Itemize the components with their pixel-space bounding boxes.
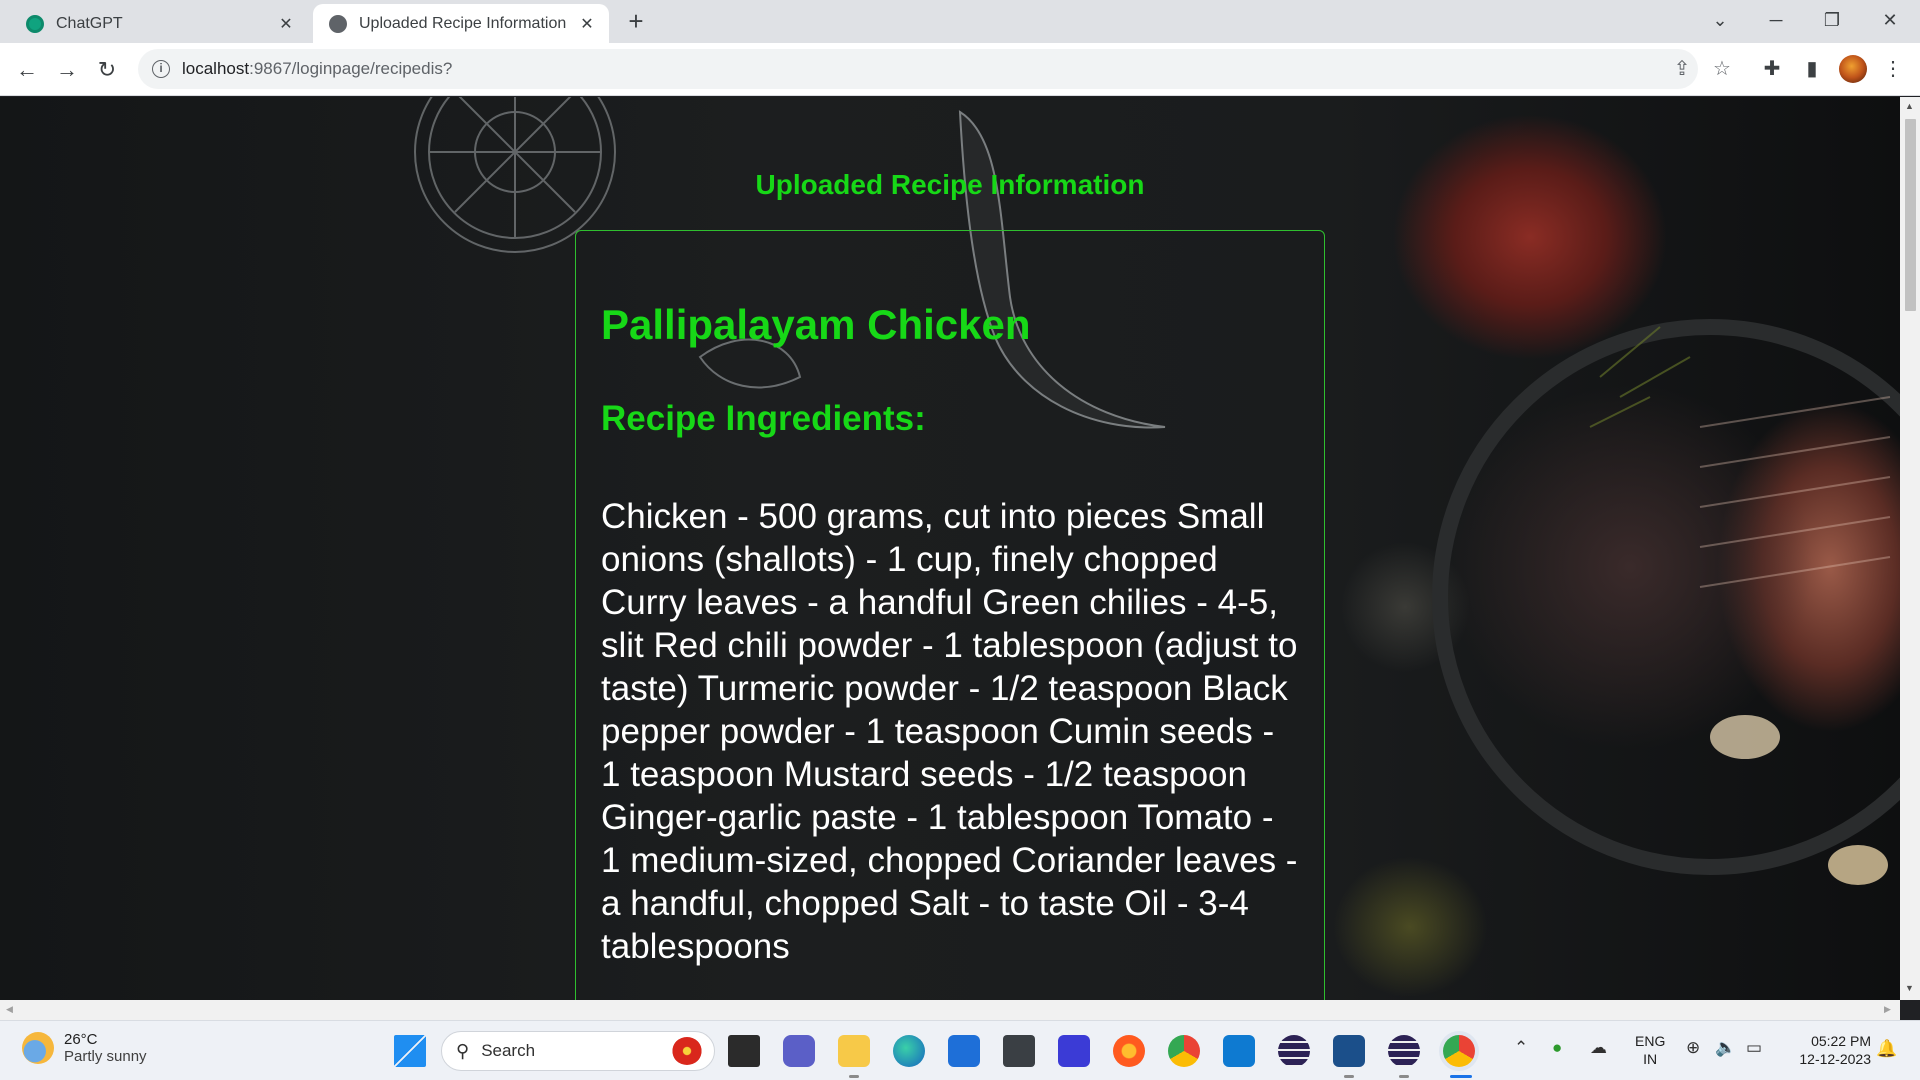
clock-time: 05:22 PM [1811, 1033, 1871, 1049]
running-indicator [1399, 1075, 1409, 1078]
menu-kebab-icon[interactable]: ⋮ [1878, 53, 1908, 83]
url-path: :9867/loginpage/recipedis? [249, 59, 453, 78]
chrome-active-icon[interactable] [1443, 1035, 1475, 1067]
search-icon: ⚲ [456, 1040, 470, 1061]
poinsettia-icon [672, 1037, 702, 1065]
share-icon[interactable]: ⇪ [1667, 53, 1697, 83]
profile-avatar[interactable] [1839, 55, 1867, 83]
active-app-indicator [1450, 1075, 1472, 1078]
mysql-workbench-icon[interactable] [1333, 1035, 1365, 1067]
firefox-icon[interactable] [1113, 1035, 1145, 1067]
chevron-up-icon[interactable]: ⌃ [1514, 1038, 1528, 1058]
close-icon[interactable]: ✕ [577, 14, 597, 34]
browser-toolbar: ← → ↻ i localhost:9867/loginpage/reciped… [0, 43, 1920, 96]
tab-uploaded-recipe[interactable]: Uploaded Recipe Information ✕ [313, 4, 609, 43]
task-view-icon[interactable] [728, 1035, 760, 1067]
weather-widget[interactable]: 26°C Partly sunny [22, 1031, 147, 1065]
tab-title: Uploaded Recipe Information [359, 14, 567, 32]
taskbar-search[interactable]: ⚲ Search [441, 1031, 715, 1071]
scroll-up-arrow-icon[interactable]: ▲ [1905, 101, 1914, 111]
side-panel-icon[interactable]: ▮ [1797, 53, 1827, 83]
chrome-icon[interactable] [1168, 1035, 1200, 1067]
scroll-right-arrow-icon[interactable]: ▶ [1884, 1004, 1891, 1015]
search-placeholder: Search [481, 1041, 536, 1060]
running-indicator [1344, 1075, 1354, 1078]
tray-app-icon[interactable]: ● [1552, 1038, 1562, 1058]
running-indicator [849, 1075, 859, 1078]
recipe-card: Pallipalayam Chicken Recipe Ingredients:… [575, 230, 1325, 1000]
scroll-left-arrow-icon[interactable]: ◀ [6, 1004, 13, 1015]
close-window-button[interactable]: ✕ [1862, 0, 1918, 40]
tab-chatgpt[interactable]: ChatGPT ✕ [10, 4, 308, 43]
edge-browser-icon[interactable] [893, 1035, 925, 1067]
lang-line2: IN [1643, 1051, 1658, 1067]
clock-date: 12-12-2023 [1799, 1051, 1871, 1067]
minimize-button[interactable]: ─ [1748, 0, 1804, 40]
battery-icon[interactable]: ▭ [1746, 1038, 1762, 1058]
lang-line1: ENG [1635, 1033, 1666, 1049]
ingredients-heading: Recipe Ingredients: [601, 399, 926, 438]
eclipse-ee-icon[interactable] [1388, 1035, 1420, 1067]
scroll-down-arrow-icon[interactable]: ▼ [1905, 983, 1914, 993]
vertical-scrollbar[interactable]: ▲ ▼ [1900, 97, 1920, 1000]
windows-taskbar: 26°C Partly sunny ⚲ Search ⌃ ● ☁ ENG IN … [0, 1020, 1920, 1080]
horizontal-scrollbar[interactable]: ◀ ▶ [0, 1000, 1900, 1020]
globe-icon [329, 14, 347, 33]
url-host: localhost [182, 59, 250, 78]
file-explorer-icon[interactable] [838, 1035, 870, 1067]
tab-title: ChatGPT [56, 14, 123, 32]
restore-button[interactable]: ❐ [1804, 0, 1860, 40]
new-tab-button[interactable]: + [622, 8, 650, 36]
tab-strip: ChatGPT ✕ Uploaded Recipe Information ✕ … [0, 0, 1920, 43]
scroll-thumb[interactable] [1905, 119, 1916, 311]
page-title: Uploaded Recipe Information [755, 169, 1145, 200]
mathway-icon[interactable] [1058, 1035, 1090, 1067]
notification-bell-icon[interactable]: 🔔 [1876, 1039, 1897, 1059]
eclipse-icon[interactable] [1278, 1035, 1310, 1067]
windows-start-icon[interactable] [394, 1035, 426, 1067]
unity-hub-icon[interactable] [1003, 1035, 1035, 1067]
partly-sunny-icon [22, 1032, 54, 1064]
weather-temp: 26°C [64, 1031, 98, 1048]
tab-search-icon[interactable]: ⌄ [1692, 0, 1748, 40]
address-bar[interactable]: i localhost:9867/loginpage/recipedis? [138, 49, 1698, 89]
volume-icon[interactable]: 🔈 [1715, 1038, 1736, 1058]
language-indicator[interactable]: ENG IN [1635, 1032, 1665, 1068]
extensions-icon[interactable]: ✚ [1757, 53, 1787, 83]
back-button[interactable]: ← [10, 53, 44, 87]
system-clock[interactable]: 05:22 PM 12-12-2023 [1785, 1032, 1871, 1068]
network-globe-icon[interactable]: ⊕ [1686, 1038, 1700, 1058]
site-info-icon[interactable]: i [152, 60, 170, 78]
chatgpt-icon [26, 14, 44, 33]
ingredients-text: Chicken - 500 grams, cut into pieces Sma… [601, 497, 1298, 966]
teams-chat-icon[interactable] [783, 1035, 815, 1067]
close-icon[interactable]: ✕ [276, 14, 296, 34]
weather-condition: Partly sunny [64, 1048, 147, 1065]
bookmark-star-icon[interactable]: ☆ [1707, 53, 1737, 83]
microsoft-store-icon[interactable] [948, 1035, 980, 1067]
page-viewport: Uploaded Recipe Information Pallipalayam… [0, 97, 1900, 1000]
reload-button[interactable]: ↻ [90, 53, 124, 87]
recipe-name: Pallipalayam Chicken [601, 301, 1031, 348]
onedrive-cloud-icon[interactable]: ☁ [1590, 1038, 1607, 1058]
forward-button[interactable]: → [50, 53, 84, 87]
vscode-icon[interactable] [1223, 1035, 1255, 1067]
